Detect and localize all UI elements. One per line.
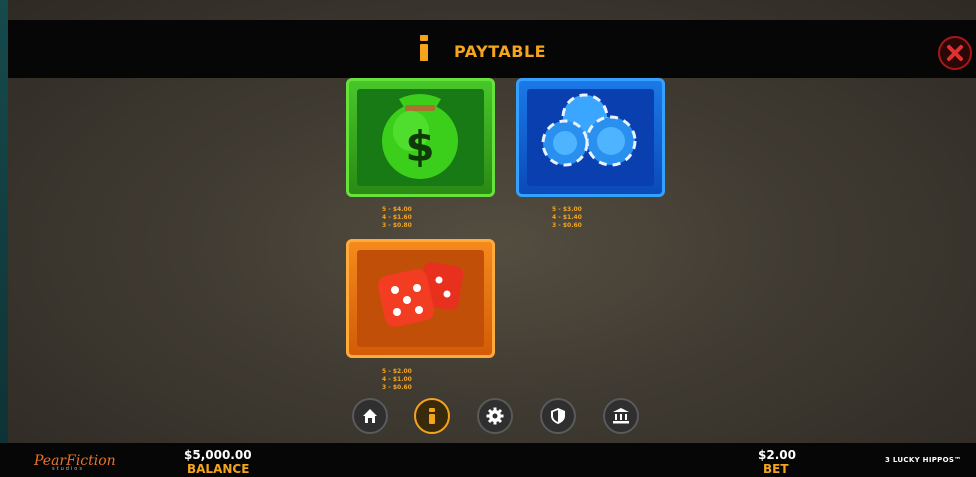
close-button[interactable] — [938, 36, 972, 70]
bet-value: $2.00 — [758, 448, 796, 462]
payout-line: 3 - $0.60 — [382, 384, 412, 391]
money-bag-icon: $ — [382, 94, 458, 179]
studio-logo: PearFiction studios — [34, 450, 116, 472]
dice-icon — [378, 262, 464, 327]
payout-line: 4 - $1.00 — [382, 376, 412, 383]
payout-line: 5 - $4.00 — [382, 206, 412, 213]
close-icon — [947, 45, 963, 61]
page-title: PAYTABLE — [454, 42, 547, 61]
footer-bar: PearFiction studios $5,000.00 BALANCE $2… — [0, 443, 976, 477]
nav-info-button[interactable] — [414, 398, 450, 434]
modal-header: PAYTABLE — [8, 20, 976, 78]
payout-list: 5 - $4.00 4 - $1.60 3 - $0.80 — [382, 206, 412, 230]
payout-list: 5 - $3.00 4 - $1.40 3 - $0.60 — [552, 206, 582, 230]
payout-line: 5 - $2.00 — [382, 368, 412, 375]
payout-line: 3 - $0.60 — [552, 222, 582, 229]
gear-icon — [486, 407, 504, 425]
nav-settings-button[interactable] — [477, 398, 513, 434]
poker-chips-icon — [541, 93, 637, 167]
payout-line: 4 - $1.40 — [552, 214, 582, 221]
paytable-nav — [8, 398, 976, 438]
symbol-poker-chips — [516, 78, 665, 197]
balance-value: $5,000.00 — [184, 448, 252, 462]
payout-line: 4 - $1.60 — [382, 214, 412, 221]
svg-text:$: $ — [405, 122, 434, 171]
info-icon — [429, 408, 435, 424]
paytable-modal: PAYTABLE $ 5 - $4.00 4 - $1.60 3 - $0.80 — [8, 0, 976, 443]
balance-label: BALANCE — [187, 462, 250, 476]
bet-label: BET — [763, 462, 789, 476]
payout-line: 5 - $3.00 — [552, 206, 582, 213]
game-name: 3 LUCKY HIPPOS™ — [885, 456, 962, 464]
nav-responsible-gaming-button[interactable] — [540, 398, 576, 434]
shield-icon — [551, 408, 565, 424]
nav-rules-button[interactable] — [603, 398, 639, 434]
payout-line: 3 - $0.80 — [382, 222, 412, 229]
nav-home-button[interactable] — [352, 398, 388, 434]
home-icon — [363, 409, 377, 423]
symbol-money-bag: $ — [346, 78, 495, 197]
payout-list: 5 - $2.00 4 - $1.00 3 - $0.60 — [382, 368, 412, 392]
symbol-dice — [346, 239, 495, 358]
logo-subtext: studios — [52, 466, 84, 472]
bank-icon — [613, 408, 629, 424]
info-icon — [420, 35, 428, 61]
